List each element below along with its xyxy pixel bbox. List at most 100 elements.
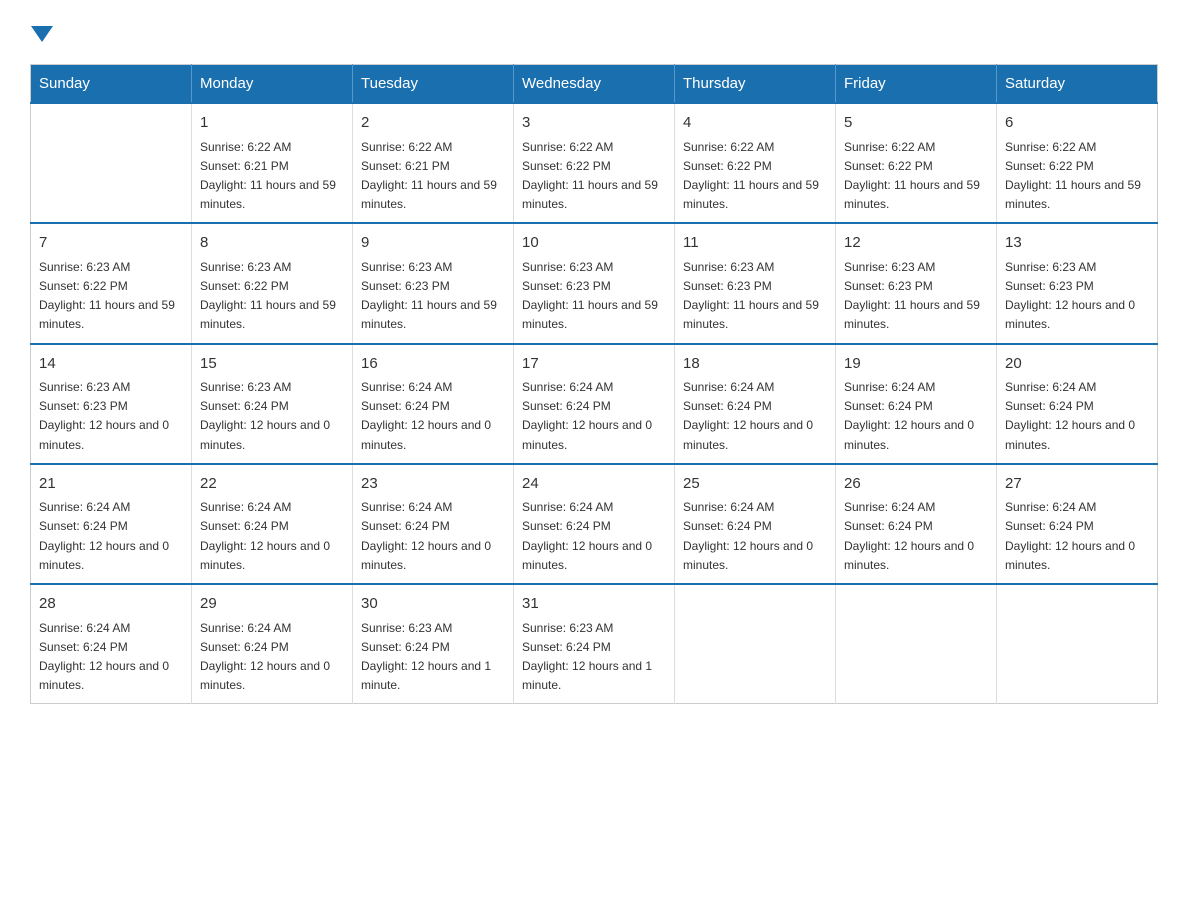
day-number: 30 [361, 593, 505, 616]
weekday-header-friday: Friday [836, 65, 997, 104]
day-number: 19 [844, 353, 988, 376]
calendar-cell: 23Sunrise: 6:24 AMSunset: 6:24 PMDayligh… [353, 464, 514, 584]
calendar-cell: 13Sunrise: 6:23 AMSunset: 6:23 PMDayligh… [997, 223, 1158, 343]
calendar-cell: 18Sunrise: 6:24 AMSunset: 6:24 PMDayligh… [675, 344, 836, 464]
calendar-cell: 4 Sunrise: 6:22 AMSunset: 6:22 PMDaylight… [675, 103, 836, 223]
calendar-cell: 24Sunrise: 6:24 AMSunset: 6:24 PMDayligh… [514, 464, 675, 584]
calendar-cell [997, 584, 1158, 704]
calendar-cell: 20Sunrise: 6:24 AMSunset: 6:24 PMDayligh… [997, 344, 1158, 464]
day-number: 13 [1005, 232, 1149, 255]
logo [30, 20, 53, 44]
day-info: Sunrise: 6:24 AMSunset: 6:24 PMDaylight:… [39, 619, 183, 696]
calendar-cell: 28 Sunrise: 6:24 AMSunset: 6:24 PMDayligh… [31, 584, 192, 704]
day-number: 29 [200, 593, 344, 616]
day-number: 17 [522, 353, 666, 376]
day-info: Sunrise: 6:22 AMSunset: 6:22 PMDaylight:… [844, 138, 988, 215]
day-info: Sunrise: 6:23 AMSunset: 6:23 PMDaylight:… [39, 378, 183, 455]
day-number: 4 [683, 112, 827, 135]
calendar-cell: 8 Sunrise: 6:23 AMSunset: 6:22 PMDaylight… [192, 223, 353, 343]
week-row-1: 1 Sunrise: 6:22 AMSunset: 6:21 PMDaylight… [31, 103, 1158, 223]
day-info: Sunrise: 6:24 AMSunset: 6:24 PMDaylight:… [361, 378, 505, 455]
page-header [30, 20, 1158, 44]
day-number: 12 [844, 232, 988, 255]
day-number: 9 [361, 232, 505, 255]
week-row-5: 28 Sunrise: 6:24 AMSunset: 6:24 PMDayligh… [31, 584, 1158, 704]
weekday-header-saturday: Saturday [997, 65, 1158, 104]
calendar-table: SundayMondayTuesdayWednesdayThursdayFrid… [30, 64, 1158, 704]
day-info: Sunrise: 6:24 AMSunset: 6:24 PMDaylight:… [1005, 378, 1149, 455]
day-number: 27 [1005, 473, 1149, 496]
day-info: Sunrise: 6:24 AMSunset: 6:24 PMDaylight:… [683, 498, 827, 575]
day-number: 16 [361, 353, 505, 376]
day-info: Sunrise: 6:23 AMSunset: 6:23 PMDaylight:… [844, 258, 988, 335]
day-number: 21 [39, 473, 183, 496]
week-row-4: 21Sunrise: 6:24 AMSunset: 6:24 PMDayligh… [31, 464, 1158, 584]
day-number: 18 [683, 353, 827, 376]
day-info: Sunrise: 6:22 AMSunset: 6:21 PMDaylight:… [361, 138, 505, 215]
calendar-cell: 22Sunrise: 6:24 AMSunset: 6:24 PMDayligh… [192, 464, 353, 584]
day-info: Sunrise: 6:24 AMSunset: 6:24 PMDaylight:… [200, 619, 344, 696]
day-info: Sunrise: 6:24 AMSunset: 6:24 PMDaylight:… [39, 498, 183, 575]
day-number: 15 [200, 353, 344, 376]
day-info: Sunrise: 6:24 AMSunset: 6:24 PMDaylight:… [522, 378, 666, 455]
calendar-cell: 29 Sunrise: 6:24 AMSunset: 6:24 PMDayligh… [192, 584, 353, 704]
day-info: Sunrise: 6:23 AMSunset: 6:22 PMDaylight:… [39, 258, 183, 335]
day-info: Sunrise: 6:24 AMSunset: 6:24 PMDaylight:… [683, 378, 827, 455]
day-info: Sunrise: 6:23 AMSunset: 6:24 PMDaylight:… [522, 619, 666, 696]
calendar-cell: 3 Sunrise: 6:22 AMSunset: 6:22 PMDaylight… [514, 103, 675, 223]
calendar-cell: 27Sunrise: 6:24 AMSunset: 6:24 PMDayligh… [997, 464, 1158, 584]
calendar-cell [836, 584, 997, 704]
day-number: 2 [361, 112, 505, 135]
weekday-header-thursday: Thursday [675, 65, 836, 104]
day-number: 24 [522, 473, 666, 496]
week-row-2: 7Sunrise: 6:23 AMSunset: 6:22 PMDaylight… [31, 223, 1158, 343]
day-info: Sunrise: 6:23 AMSunset: 6:23 PMDaylight:… [683, 258, 827, 335]
day-number: 26 [844, 473, 988, 496]
day-info: Sunrise: 6:22 AMSunset: 6:22 PMDaylight:… [683, 138, 827, 215]
calendar-cell: 30Sunrise: 6:23 AMSunset: 6:24 PMDayligh… [353, 584, 514, 704]
day-number: 3 [522, 112, 666, 135]
calendar-cell: 7Sunrise: 6:23 AMSunset: 6:22 PMDaylight… [31, 223, 192, 343]
day-number: 8 [200, 232, 344, 255]
weekday-header-wednesday: Wednesday [514, 65, 675, 104]
day-info: Sunrise: 6:22 AMSunset: 6:22 PMDaylight:… [522, 138, 666, 215]
day-info: Sunrise: 6:24 AMSunset: 6:24 PMDaylight:… [1005, 498, 1149, 575]
day-info: Sunrise: 6:23 AMSunset: 6:24 PMDaylight:… [200, 378, 344, 455]
day-info: Sunrise: 6:23 AMSunset: 6:22 PMDaylight:… [200, 258, 344, 335]
calendar-cell: 26Sunrise: 6:24 AMSunset: 6:24 PMDayligh… [836, 464, 997, 584]
day-number: 31 [522, 593, 666, 616]
week-row-3: 14Sunrise: 6:23 AMSunset: 6:23 PMDayligh… [31, 344, 1158, 464]
calendar-cell: 1 Sunrise: 6:22 AMSunset: 6:21 PMDaylight… [192, 103, 353, 223]
day-info: Sunrise: 6:24 AMSunset: 6:24 PMDaylight:… [200, 498, 344, 575]
calendar-cell: 15Sunrise: 6:23 AMSunset: 6:24 PMDayligh… [192, 344, 353, 464]
day-info: Sunrise: 6:24 AMSunset: 6:24 PMDaylight:… [844, 378, 988, 455]
calendar-cell: 21Sunrise: 6:24 AMSunset: 6:24 PMDayligh… [31, 464, 192, 584]
calendar-cell: 9 Sunrise: 6:23 AMSunset: 6:23 PMDaylight… [353, 223, 514, 343]
calendar-cell: 16Sunrise: 6:24 AMSunset: 6:24 PMDayligh… [353, 344, 514, 464]
day-info: Sunrise: 6:23 AMSunset: 6:23 PMDaylight:… [361, 258, 505, 335]
day-number: 20 [1005, 353, 1149, 376]
calendar-cell: 6 Sunrise: 6:22 AMSunset: 6:22 PMDaylight… [997, 103, 1158, 223]
calendar-cell [31, 103, 192, 223]
weekday-header-tuesday: Tuesday [353, 65, 514, 104]
day-info: Sunrise: 6:24 AMSunset: 6:24 PMDaylight:… [522, 498, 666, 575]
day-number: 1 [200, 112, 344, 135]
day-info: Sunrise: 6:23 AMSunset: 6:23 PMDaylight:… [522, 258, 666, 335]
calendar-cell: 2 Sunrise: 6:22 AMSunset: 6:21 PMDaylight… [353, 103, 514, 223]
day-number: 28 [39, 593, 183, 616]
calendar-cell: 12 Sunrise: 6:23 AMSunset: 6:23 PMDayligh… [836, 223, 997, 343]
day-number: 11 [683, 232, 827, 255]
day-number: 23 [361, 473, 505, 496]
day-info: Sunrise: 6:22 AMSunset: 6:21 PMDaylight:… [200, 138, 344, 215]
calendar-cell: 11 Sunrise: 6:23 AMSunset: 6:23 PMDayligh… [675, 223, 836, 343]
calendar-cell [675, 584, 836, 704]
day-info: Sunrise: 6:22 AMSunset: 6:22 PMDaylight:… [1005, 138, 1149, 215]
day-number: 10 [522, 232, 666, 255]
calendar-cell: 25Sunrise: 6:24 AMSunset: 6:24 PMDayligh… [675, 464, 836, 584]
calendar-cell: 14Sunrise: 6:23 AMSunset: 6:23 PMDayligh… [31, 344, 192, 464]
weekday-header-sunday: Sunday [31, 65, 192, 104]
day-info: Sunrise: 6:24 AMSunset: 6:24 PMDaylight:… [844, 498, 988, 575]
day-number: 22 [200, 473, 344, 496]
day-number: 6 [1005, 112, 1149, 135]
calendar-cell: 10 Sunrise: 6:23 AMSunset: 6:23 PMDayligh… [514, 223, 675, 343]
